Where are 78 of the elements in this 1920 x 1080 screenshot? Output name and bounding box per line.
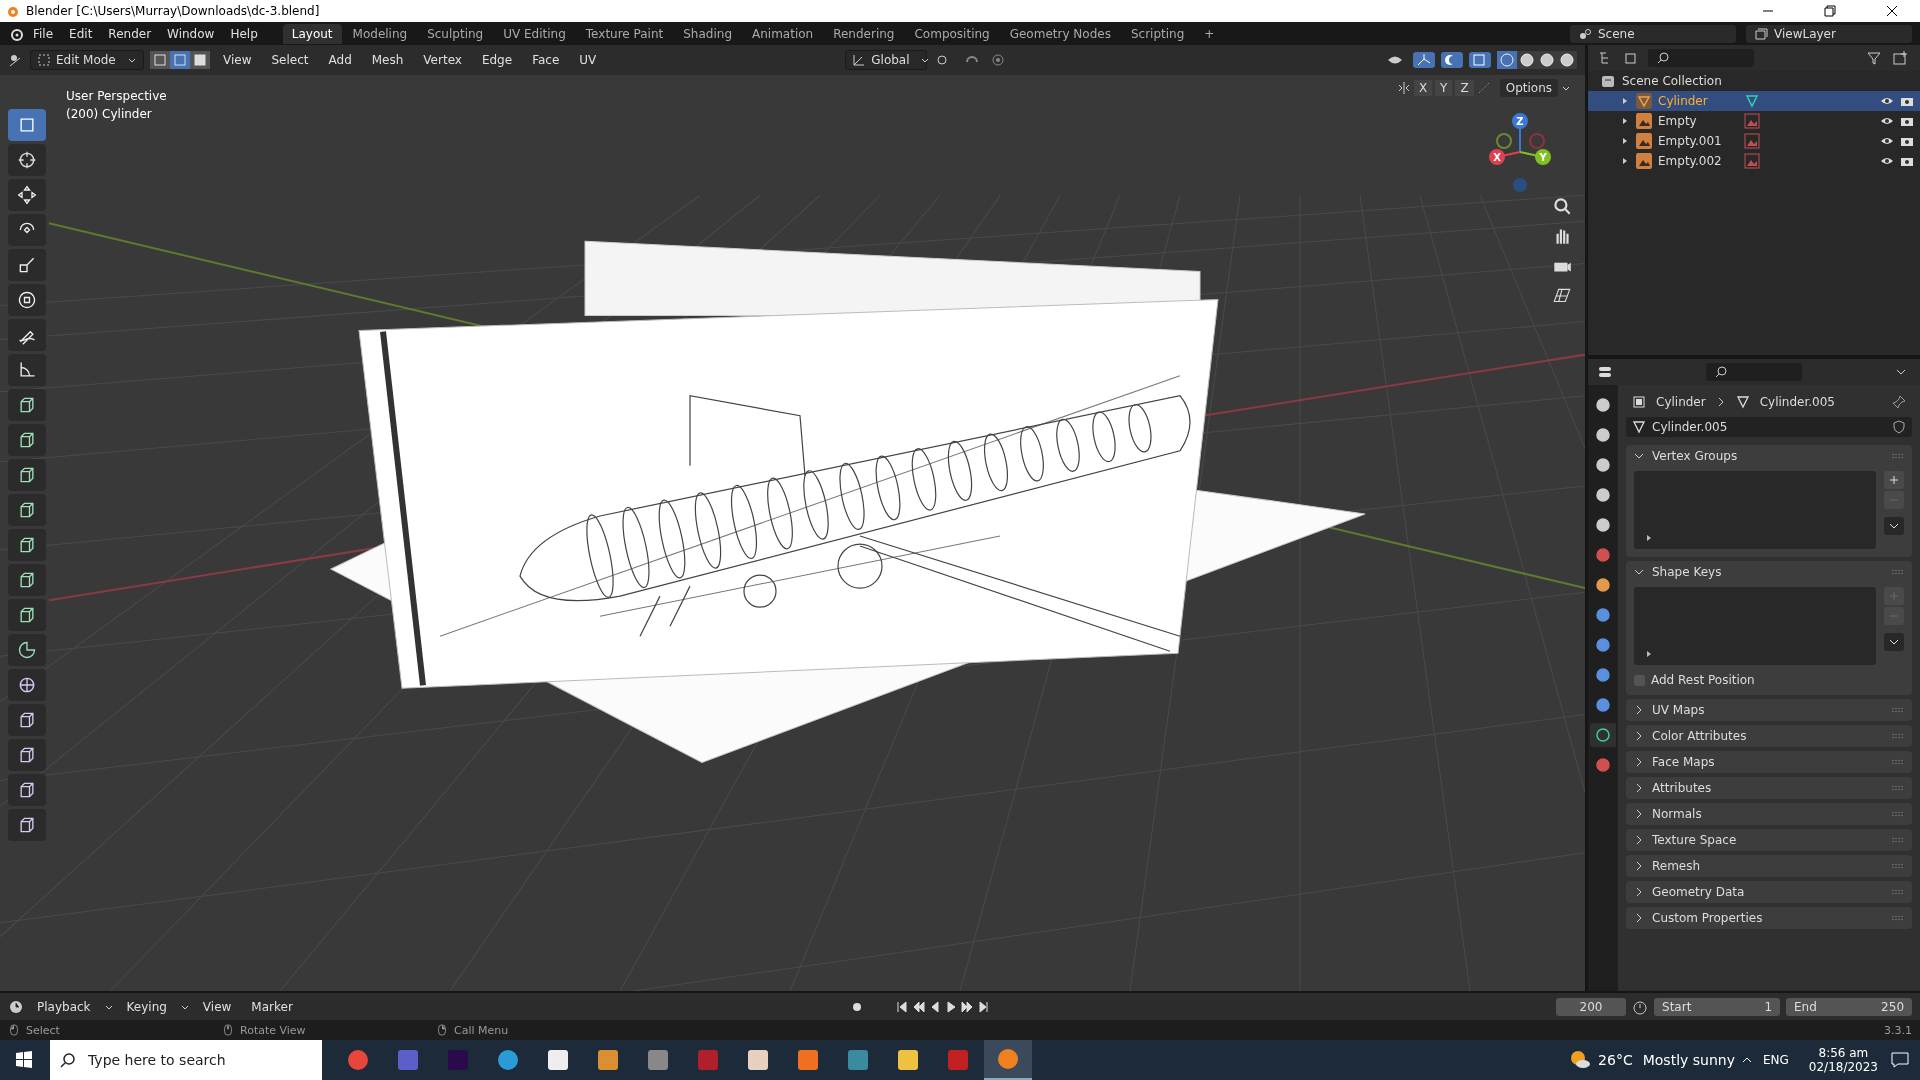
menu-item[interactable]: View <box>195 997 239 1016</box>
weather-text: Mostly sunny <box>1641 1052 1736 1068</box>
menu-item[interactable]: View <box>216 51 259 69</box>
outliner-item-name: Empty <box>1658 114 1698 128</box>
axis-toggle-button[interactable]: Y <box>1435 80 1453 96</box>
menu-item[interactable]: Playback <box>30 997 98 1016</box>
navigation-gizmo[interactable]: Z X Y <box>1475 107 1565 197</box>
panel-header[interactable]: Geometry Data <box>1634 881 1904 903</box>
checkbox-label: Add Rest Position <box>1651 673 1755 687</box>
3d-viewport[interactable]: User Perspective (200) Cylinder X Y Z Options Z X Y <box>0 75 1585 991</box>
axis-toggle-button[interactable]: Z <box>1455 80 1474 96</box>
add-workspace-button[interactable]: + <box>1195 23 1224 44</box>
menu-item[interactable]: Render <box>101 24 159 43</box>
workspace-tab[interactable]: Geometry Nodes <box>1000 23 1120 44</box>
status-hint: Select <box>26 1023 61 1037</box>
menu-item[interactable]: Mesh <box>364 51 411 69</box>
status-hint: Call Menu <box>454 1023 510 1037</box>
breadcrumb-item: Cylinder <box>1656 395 1706 409</box>
menu-item[interactable]: Face <box>525 51 567 69</box>
axis-toggle-button[interactable]: X <box>1413 80 1433 96</box>
version-label: 3.3.1 <box>1884 1023 1912 1037</box>
outliner-item-name: Empty.002 <box>1658 154 1723 168</box>
end-frame-field[interactable]: End 250 <box>1786 997 1912 1016</box>
taskbar-clock[interactable]: 8:56 am 02/18/2023 <box>1798 1046 1888 1074</box>
menu-item[interactable]: UV <box>572 51 604 69</box>
panel-header[interactable]: Custom Properties <box>1634 907 1904 929</box>
outliner-row[interactable]: Empty.001 <box>1588 131 1920 151</box>
start-frame-field[interactable]: Start 1 <box>1654 997 1780 1016</box>
panel-header[interactable]: Face Maps <box>1634 751 1904 773</box>
workspace-tab[interactable]: Shading <box>674 23 741 44</box>
mesh-datablock-field[interactable]: Cylinder.005 <box>1626 417 1912 437</box>
outliner-item-name: Cylinder <box>1658 94 1709 108</box>
viewport-info-text: User Perspective <box>66 88 167 105</box>
workspace-tab[interactable]: Layout <box>282 23 342 44</box>
menu-item[interactable]: Edit <box>62 24 100 43</box>
outliner-item[interactable]: Scene Collection <box>1622 74 1722 88</box>
workspace-tab[interactable]: Rendering <box>824 23 904 44</box>
breadcrumb-item: Cylinder.005 <box>1759 395 1835 409</box>
workspace-tab[interactable]: Sculpting <box>418 23 493 44</box>
viewport-info-text: (200) Cylinder <box>66 106 153 123</box>
current-frame-field[interactable]: 200 <box>1556 997 1626 1016</box>
mode-dropdown[interactable]: Edit Mode <box>30 50 144 70</box>
workspace-tab[interactable]: UV Editing <box>494 23 575 44</box>
temperature-text: 26°C <box>1597 1052 1634 1068</box>
panel-header[interactable]: Vertex Groups <box>1634 445 1904 467</box>
menu-item[interactable]: Keying <box>119 997 174 1016</box>
panel-header[interactable]: Shape Keys <box>1634 561 1904 583</box>
window-title: Blender [C:\Users\Murray\Downloads\dc-3.blend] <box>26 4 320 18</box>
outliner-row[interactable]: Cylinder <box>1588 91 1920 111</box>
workspace-tab[interactable]: Modeling <box>343 23 417 44</box>
panel-header[interactable]: Attributes <box>1634 777 1904 799</box>
workspace-tab[interactable]: Animation <box>743 23 823 44</box>
workspace-tab[interactable]: Compositing <box>905 23 999 44</box>
language-indicator[interactable]: ENG <box>1754 1053 1797 1067</box>
panel-header[interactable]: UV Maps <box>1634 699 1904 721</box>
outliner-item-name: Empty.001 <box>1658 134 1723 148</box>
scene-selector[interactable]: Scene <box>1570 24 1736 43</box>
options-dropdown[interactable]: Options <box>1499 79 1558 97</box>
outliner-row[interactable]: Empty <box>1588 111 1920 131</box>
view-layer-selector[interactable]: ViewLayer <box>1746 24 1912 43</box>
menu-item[interactable]: Window <box>160 24 222 43</box>
orientation-dropdown[interactable]: Global <box>845 50 928 70</box>
panel-header[interactable]: Texture Space <box>1634 829 1904 851</box>
panel-header[interactable]: Color Attributes <box>1634 725 1904 747</box>
menu-item[interactable]: Marker <box>244 997 300 1016</box>
status-hint: Rotate View <box>240 1023 307 1037</box>
menu-item[interactable]: Add <box>321 51 359 69</box>
menu-item[interactable]: Edge <box>474 51 520 69</box>
outliner-row[interactable]: Empty.002 <box>1588 151 1920 171</box>
menu-item[interactable]: File <box>26 24 61 43</box>
workspace-tab[interactable]: Texture Paint <box>576 23 673 44</box>
menu-item[interactable]: Help <box>223 24 265 43</box>
taskbar-search-box[interactable]: Type here to search <box>50 1040 322 1080</box>
menu-item[interactable]: Select <box>264 51 316 69</box>
panel-header[interactable]: Remesh <box>1634 855 1904 877</box>
workspace-tab[interactable]: Scripting <box>1121 23 1194 44</box>
menu-item[interactable]: Vertex <box>416 51 469 69</box>
panel-header[interactable]: Normals <box>1634 803 1904 825</box>
